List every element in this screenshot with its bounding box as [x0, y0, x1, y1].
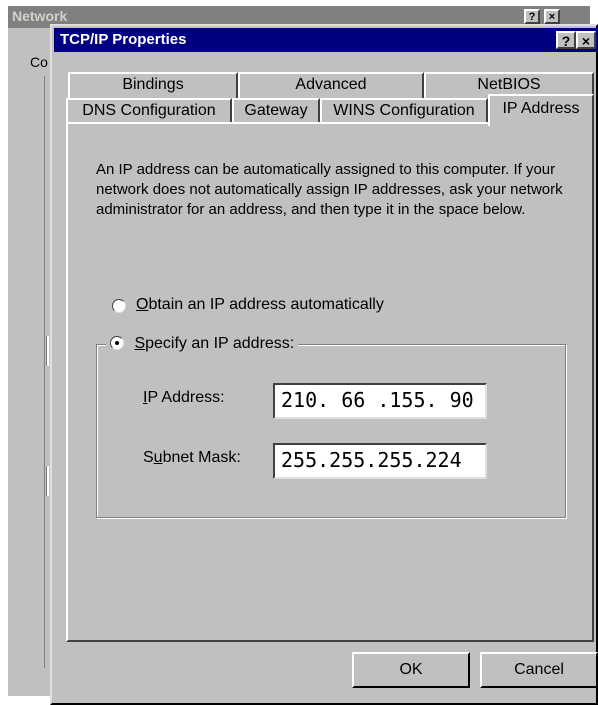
subnet-mask-field[interactable]: 255.255.255.224: [273, 443, 487, 479]
obtain-auto-radio[interactable]: [112, 299, 126, 313]
network-title: Network: [12, 8, 68, 24]
help-icon[interactable]: ?: [556, 31, 576, 49]
radio-selected-dot: [115, 341, 119, 345]
network-partial-label: Co: [30, 54, 48, 70]
tab-wins-configuration[interactable]: WINS Configuration: [320, 98, 488, 124]
subnet-mask-label-text: bnet Mask:: [162, 449, 241, 466]
ok-button[interactable]: OK: [352, 652, 470, 688]
specify-ip-legend: Specify an IP address:: [106, 334, 299, 354]
tab-ip-address[interactable]: IP Address: [488, 94, 594, 126]
tab-bindings[interactable]: Bindings: [68, 72, 238, 98]
specify-ip-label[interactable]: Specify an IP address:: [134, 335, 294, 352]
dialog-titlebar: TCP/IP Properties ? ×: [54, 28, 598, 52]
obtain-auto-text: btain an IP address automatically: [148, 296, 384, 313]
specify-ip-groupbox: IP Address: 210. 66 .155. 90 Subnet Mask…: [96, 344, 566, 518]
ip-description: An IP address can be automatically assig…: [96, 161, 563, 218]
obtain-auto-label[interactable]: Obtain an IP address automatically: [136, 296, 384, 314]
specify-ip-radio[interactable]: [110, 336, 124, 350]
cancel-button[interactable]: Cancel: [480, 652, 598, 688]
specify-ip-mnemonic: S: [134, 335, 146, 352]
subnet-mask-mnemonic: u: [153, 449, 163, 466]
network-help-icon[interactable]: ?: [524, 9, 540, 24]
dialog-title: TCP/IP Properties: [60, 31, 187, 48]
specify-ip-text: pecify an IP address:: [145, 335, 295, 352]
tab-dns-configuration[interactable]: DNS Configuration: [66, 98, 232, 124]
subnet-mask-label-pre: S: [143, 449, 154, 466]
tab-advanced[interactable]: Advanced: [238, 72, 424, 98]
ip-address-label: IP Address:: [143, 389, 225, 407]
network-panel-divider: [46, 466, 49, 496]
obtain-auto-mnemonic: O: [136, 296, 149, 313]
ip-address-label-text: P Address:: [147, 389, 225, 406]
network-close-icon[interactable]: ×: [544, 9, 560, 24]
ip-address-field[interactable]: 210. 66 .155. 90: [273, 383, 487, 419]
tcpip-properties-dialog: TCP/IP Properties ? × Bindings Advanced …: [50, 24, 598, 705]
subnet-mask-label: Subnet Mask:: [143, 449, 241, 467]
network-panel-divider: [46, 336, 49, 366]
tab-gateway[interactable]: Gateway: [232, 98, 320, 124]
ip-address-panel: An IP address can be automatically assig…: [66, 122, 594, 642]
close-icon[interactable]: ×: [576, 31, 596, 49]
